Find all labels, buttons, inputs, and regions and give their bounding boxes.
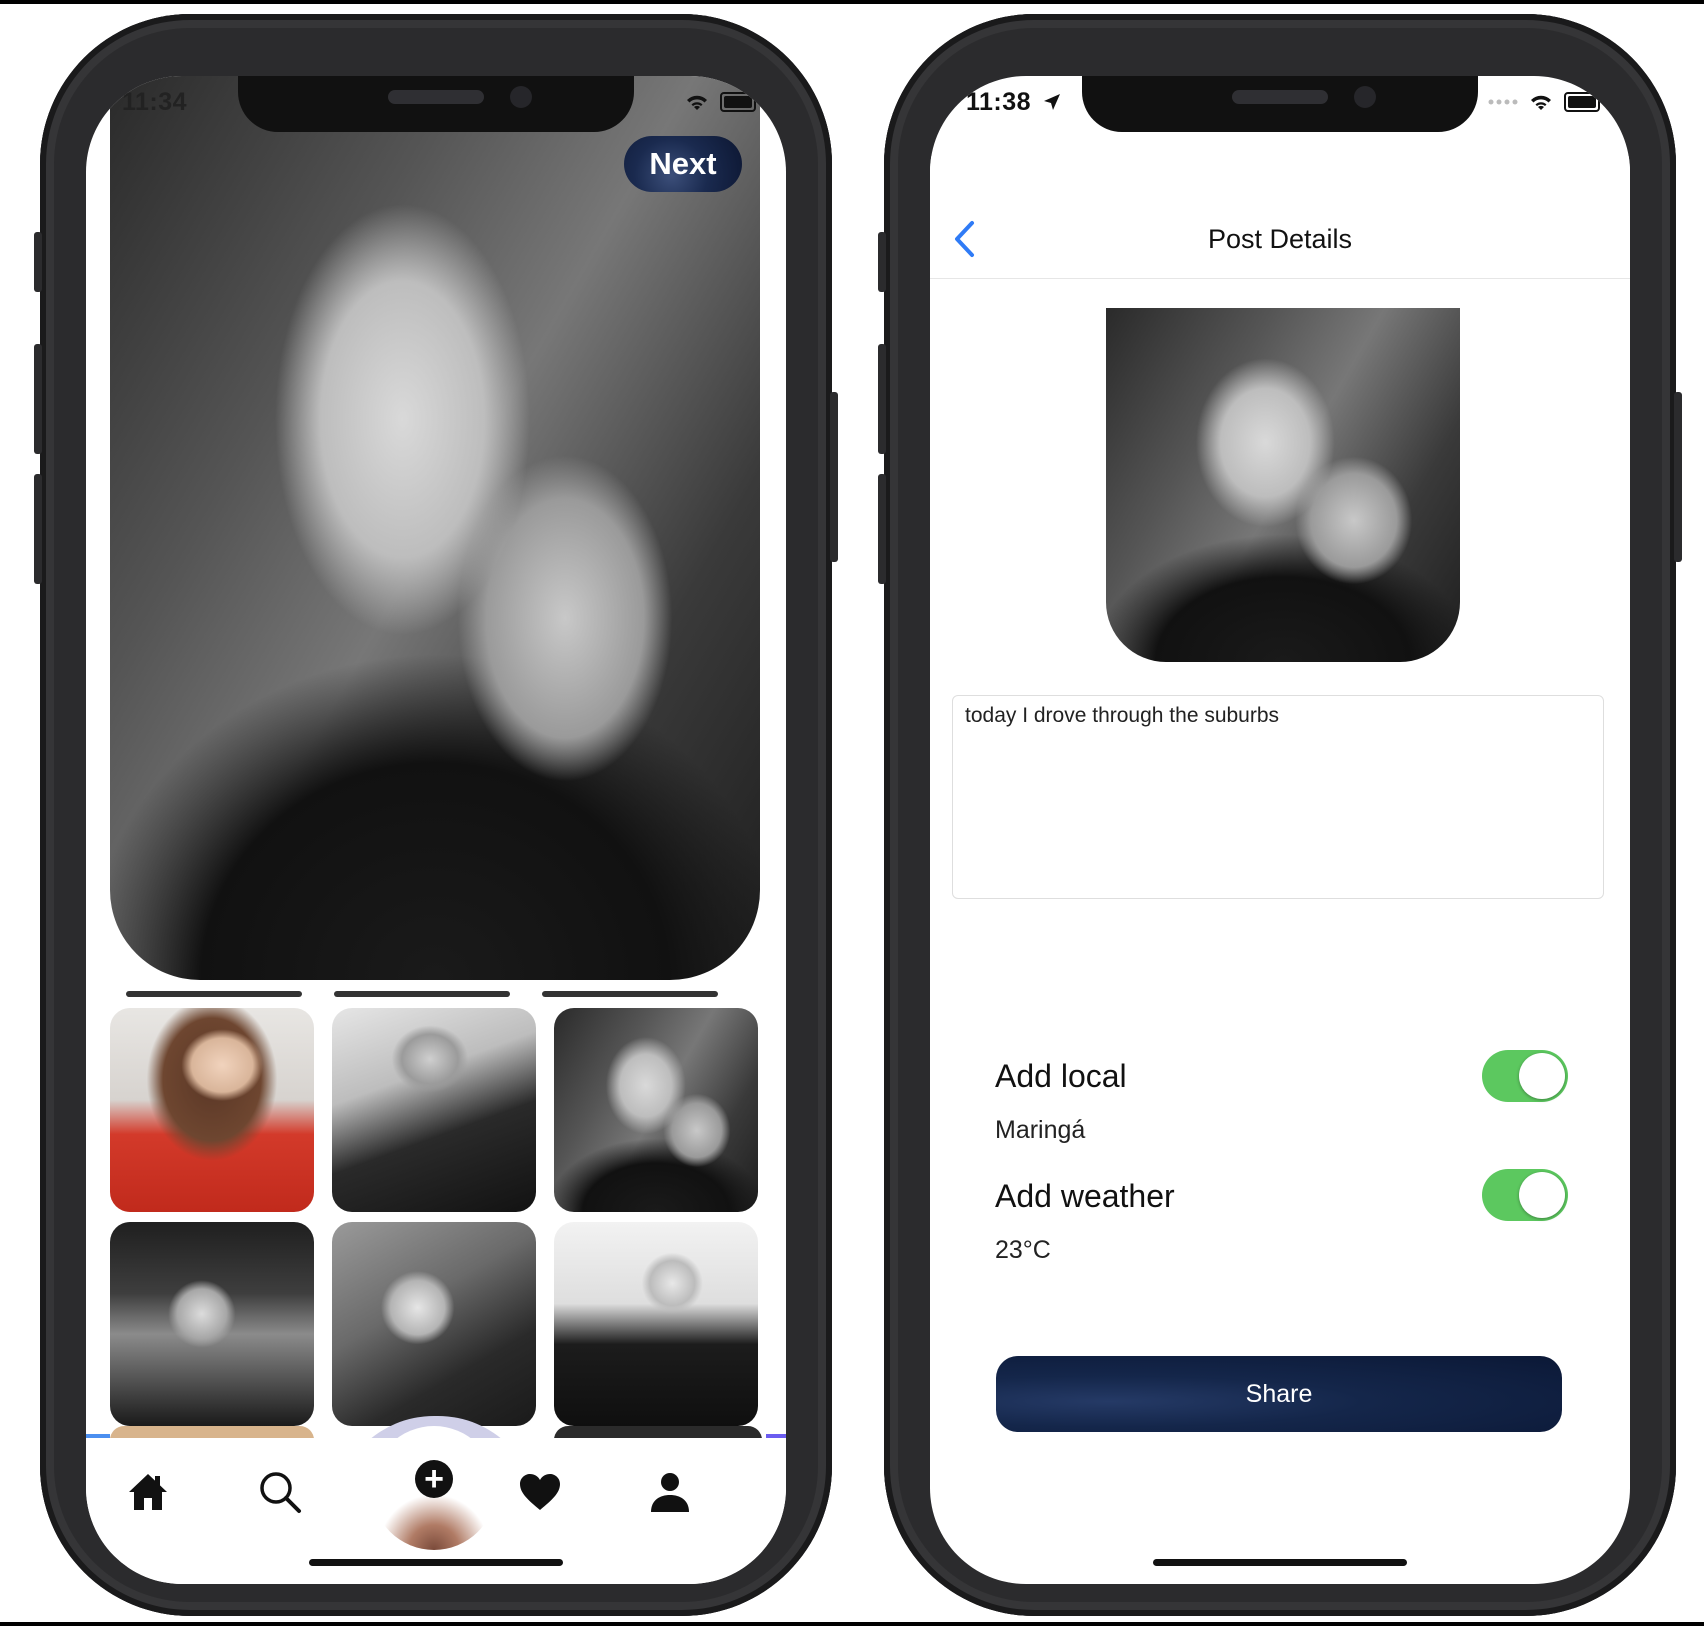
photo-row-edge — [334, 991, 510, 997]
right-screen: 11:38 Post Details today I drove through… — [930, 76, 1630, 1584]
tab-likes[interactable] — [516, 1468, 564, 1516]
add-local-toggle[interactable] — [1482, 1050, 1568, 1102]
caption-input[interactable]: today I drove through the suburbs — [952, 695, 1604, 899]
top-border — [0, 0, 1704, 4]
home-icon — [129, 1474, 167, 1510]
location-arrow-icon — [1044, 94, 1060, 110]
navigation-bar — [930, 156, 1630, 279]
status-time: 11:38 — [966, 88, 1032, 116]
gallery-thumbnail[interactable] — [554, 1008, 758, 1212]
photo-row-edge — [126, 991, 302, 997]
photo-row-edge — [542, 991, 718, 997]
heart-icon — [520, 1474, 560, 1510]
gallery-thumbnail[interactable] — [332, 1008, 536, 1212]
selected-photo-preview — [110, 76, 760, 980]
page-title: Post Details — [1207, 224, 1353, 254]
status-icons — [684, 92, 756, 112]
wifi-icon — [687, 95, 707, 110]
status-time: 11:34 — [122, 88, 188, 116]
gallery-thumbnail[interactable] — [332, 1222, 536, 1426]
left-screen: 11:34 Next + — [86, 76, 786, 1584]
add-post-button[interactable]: + — [372, 1426, 496, 1550]
home-indicator — [1153, 1559, 1407, 1566]
battery-icon — [1564, 92, 1600, 112]
tab-profile[interactable] — [646, 1468, 694, 1516]
toggle-knob — [1519, 1172, 1565, 1218]
volume-up-button — [34, 344, 42, 454]
home-indicator — [309, 1559, 563, 1566]
search-icon — [260, 1472, 301, 1513]
tab-home[interactable] — [124, 1468, 172, 1516]
right-phone-frame: 11:38 Post Details today I drove through… — [878, 14, 1682, 1616]
gallery-thumbnail[interactable] — [110, 1222, 314, 1426]
post-image-preview — [1106, 308, 1460, 662]
gallery-thumbnail[interactable] — [110, 1008, 314, 1212]
power-button — [1674, 392, 1682, 562]
volume-down-button — [34, 474, 42, 584]
left-phone-frame: 11:34 Next + — [34, 14, 838, 1616]
tab-search[interactable] — [256, 1468, 304, 1516]
add-post-icon: + — [415, 1460, 453, 1498]
notch — [238, 76, 634, 132]
battery-icon — [720, 92, 756, 112]
add-weather-toggle[interactable] — [1482, 1169, 1568, 1221]
weather-value: 23°C — [995, 1236, 1051, 1264]
add-weather-label: Add weather — [995, 1178, 1175, 1214]
volume-up-button — [878, 344, 886, 454]
power-button — [830, 392, 838, 562]
next-button[interactable]: Next — [624, 136, 742, 192]
notch — [1082, 76, 1478, 132]
tab-bar-accent — [86, 1434, 110, 1438]
toggle-knob — [1519, 1053, 1565, 1099]
add-local-label: Add local — [995, 1058, 1127, 1094]
share-button[interactable]: Share — [996, 1356, 1562, 1432]
location-value: Maringá — [995, 1116, 1086, 1144]
status-icons — [1488, 92, 1600, 112]
wifi-icon — [1531, 95, 1551, 110]
profile-icon — [651, 1473, 689, 1512]
mute-switch — [34, 232, 42, 292]
volume-down-button — [878, 474, 886, 584]
gallery-thumbnail[interactable] — [554, 1222, 758, 1426]
cellular-signal-icon — [1488, 99, 1518, 105]
tab-bar-accent — [766, 1434, 786, 1438]
bottom-border — [0, 1622, 1704, 1626]
mute-switch — [878, 232, 886, 292]
